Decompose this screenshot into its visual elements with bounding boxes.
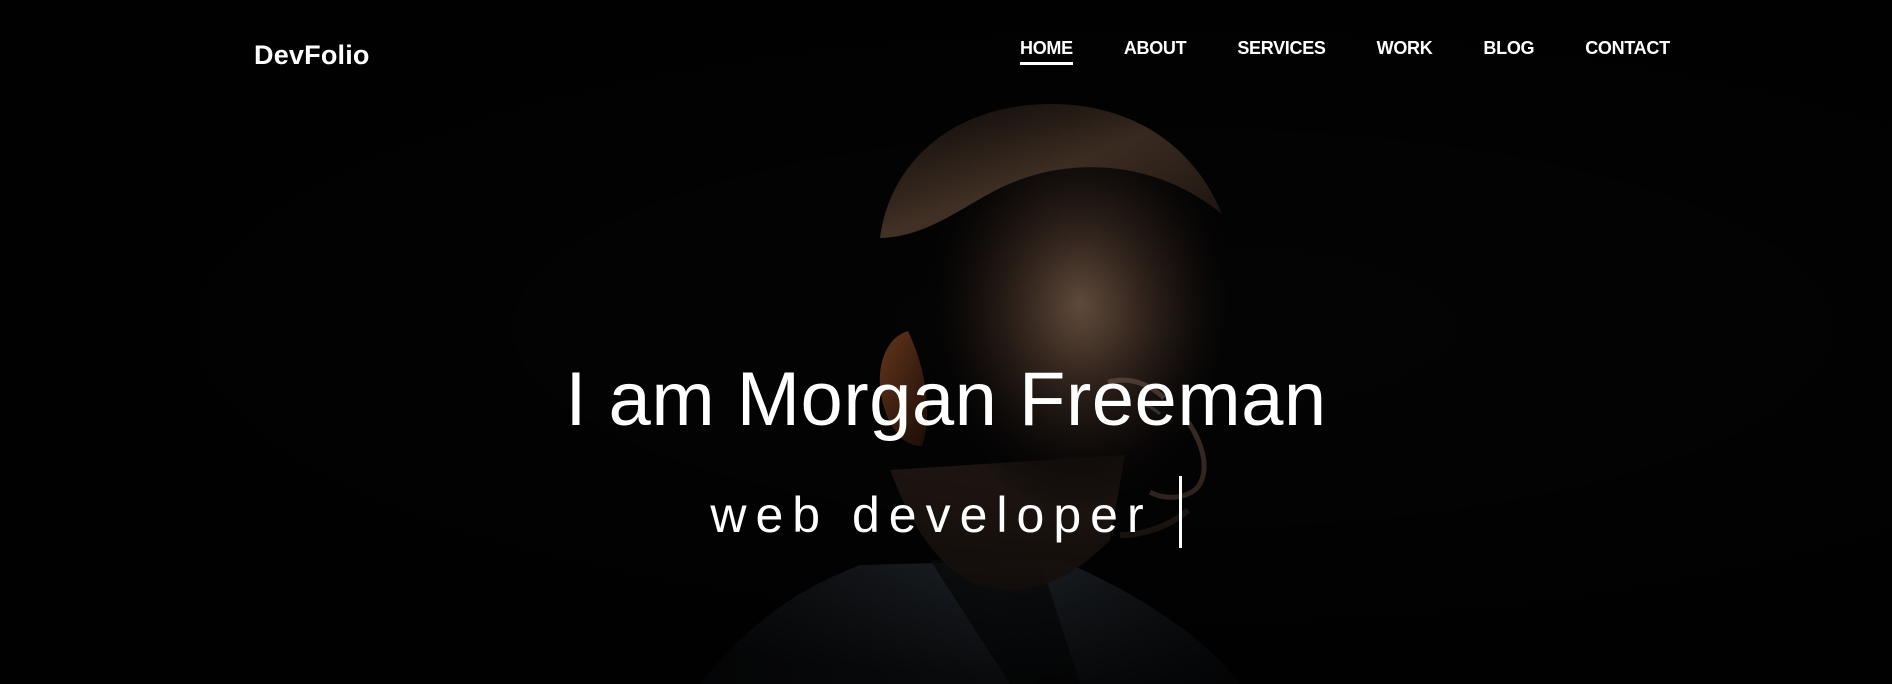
nav-item-work: WORK: [1377, 38, 1484, 65]
site-header: DevFolio HOME ABOUT SERVICES WORK BLOG C…: [0, 0, 1892, 110]
nav-item-contact: CONTACT: [1585, 38, 1721, 65]
nav-link-about[interactable]: ABOUT: [1124, 38, 1187, 65]
nav-item-services: SERVICES: [1237, 38, 1376, 65]
hero-role-text: web developer: [710, 486, 1153, 543]
nav-item-about: ABOUT: [1124, 38, 1238, 65]
hero-content: I am Morgan Freeman web developer: [0, 360, 1892, 548]
nav-link-contact[interactable]: CONTACT: [1585, 38, 1670, 65]
nav-link-home[interactable]: HOME: [1020, 38, 1073, 65]
page: DevFolio HOME ABOUT SERVICES WORK BLOG C…: [0, 0, 1892, 684]
typing-cursor: [1178, 475, 1182, 548]
brand-logo[interactable]: DevFolio: [254, 40, 370, 71]
nav-link-blog[interactable]: BLOG: [1483, 38, 1534, 65]
nav-link-work[interactable]: WORK: [1377, 38, 1433, 65]
nav-link-services[interactable]: SERVICES: [1237, 38, 1326, 65]
hero-subtitle: web developer: [0, 475, 1892, 548]
nav-item-blog: BLOG: [1483, 38, 1585, 65]
main-navigation: HOME ABOUT SERVICES WORK BLOG CONTACT: [1020, 38, 1721, 65]
nav-item-home: HOME: [1020, 38, 1124, 65]
hero-title: I am Morgan Freeman: [565, 357, 1327, 442]
